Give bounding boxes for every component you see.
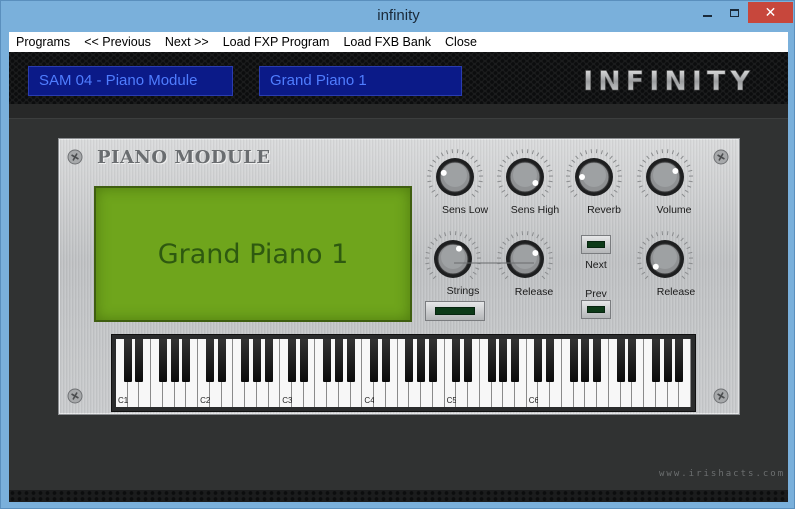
black-key[interactable] bbox=[135, 339, 144, 382]
strings-knob[interactable] bbox=[423, 229, 483, 289]
black-key[interactable] bbox=[264, 339, 273, 382]
watermark-text: www.irishacts.com bbox=[659, 469, 786, 479]
menu-programs[interactable]: Programs bbox=[9, 32, 77, 52]
black-key[interactable] bbox=[241, 339, 250, 382]
octave-label: C5 bbox=[446, 396, 457, 405]
octave-label: C1 bbox=[118, 396, 129, 405]
menu-load-fxp[interactable]: Load FXP Program bbox=[216, 32, 337, 52]
black-key[interactable] bbox=[323, 339, 332, 382]
keyboard-keys[interactable]: C1 C2 C3 C4 C5 C6 bbox=[116, 339, 691, 407]
maximize-button[interactable] bbox=[721, 2, 748, 23]
knob-label-sens-low: Sens Low bbox=[441, 204, 489, 216]
black-key[interactable] bbox=[534, 339, 543, 382]
black-key[interactable] bbox=[405, 339, 414, 382]
link-line bbox=[454, 262, 534, 264]
black-key[interactable] bbox=[628, 339, 637, 382]
minimize-button[interactable] bbox=[694, 2, 721, 23]
knob-label-strings: Strings bbox=[446, 285, 480, 297]
black-key[interactable] bbox=[205, 339, 214, 382]
black-key[interactable] bbox=[252, 339, 261, 382]
module-title: PIANO MODULE bbox=[97, 147, 271, 168]
strings-led bbox=[435, 307, 475, 315]
black-key[interactable] bbox=[663, 339, 672, 382]
black-key[interactable] bbox=[158, 339, 167, 382]
octave-label: C4 bbox=[364, 396, 375, 405]
reverb-knob[interactable] bbox=[564, 147, 624, 207]
menu-previous[interactable]: << Previous bbox=[77, 32, 158, 52]
screw-icon bbox=[67, 149, 83, 165]
screw-icon bbox=[713, 388, 729, 404]
sens-low-knob[interactable] bbox=[425, 147, 485, 207]
black-key[interactable] bbox=[510, 339, 519, 382]
sens-high-knob[interactable] bbox=[495, 147, 555, 207]
black-key[interactable] bbox=[182, 339, 191, 382]
knob-label-release-2: Release bbox=[656, 286, 696, 298]
octave-label: C2 bbox=[200, 396, 211, 405]
knob-label-sens-high: Sens High bbox=[510, 204, 560, 216]
knob-label-reverb: Reverb bbox=[587, 204, 621, 216]
prev-button[interactable] bbox=[581, 300, 611, 319]
black-key[interactable] bbox=[334, 339, 343, 382]
infinity-logo: INFINITY bbox=[583, 66, 755, 95]
black-key[interactable] bbox=[487, 339, 496, 382]
black-key[interactable] bbox=[370, 339, 379, 382]
prev-led bbox=[587, 306, 605, 313]
program-name-display[interactable]: SAM 04 - Piano Module bbox=[28, 66, 233, 96]
piano-module-panel: PIANO MODULE Grand Piano 1 Sens Low Sens… bbox=[58, 138, 740, 415]
black-key[interactable] bbox=[417, 339, 426, 382]
minimize-icon bbox=[703, 14, 712, 17]
black-key[interactable] bbox=[346, 339, 355, 382]
black-key[interactable] bbox=[170, 339, 179, 382]
volume-knob[interactable] bbox=[635, 147, 695, 207]
black-key[interactable] bbox=[464, 339, 473, 382]
black-key[interactable] bbox=[428, 339, 437, 382]
display-preset-name: Grand Piano 1 bbox=[157, 238, 349, 270]
black-key[interactable] bbox=[581, 339, 590, 382]
preset-lcd-display: Grand Piano 1 bbox=[94, 186, 412, 322]
menu-bar: Programs << Previous Next >> Load FXP Pr… bbox=[9, 32, 788, 52]
black-key[interactable] bbox=[593, 339, 602, 382]
menu-load-fxb[interactable]: Load FXB Bank bbox=[336, 32, 438, 52]
black-key[interactable] bbox=[499, 339, 508, 382]
speaker-mesh-bottom bbox=[9, 490, 788, 502]
black-key[interactable] bbox=[299, 339, 308, 382]
black-key[interactable] bbox=[217, 339, 226, 382]
octave-label: C6 bbox=[528, 396, 539, 405]
window-title: infinity bbox=[377, 7, 420, 24]
close-icon: ✕ bbox=[764, 4, 777, 21]
octave-label: C3 bbox=[282, 396, 293, 405]
black-key[interactable] bbox=[569, 339, 578, 382]
close-window-button[interactable]: ✕ bbox=[748, 2, 793, 23]
screw-icon bbox=[67, 388, 83, 404]
strings-toggle-button[interactable] bbox=[425, 301, 485, 321]
preset-name-display[interactable]: Grand Piano 1 bbox=[259, 66, 462, 96]
next-button[interactable] bbox=[581, 235, 611, 254]
title-bar[interactable]: infinity ✕ bbox=[1, 1, 795, 32]
black-key[interactable] bbox=[546, 339, 555, 382]
black-key[interactable] bbox=[651, 339, 660, 382]
release-knob[interactable] bbox=[495, 229, 555, 289]
screw-icon bbox=[713, 149, 729, 165]
menu-next[interactable]: Next >> bbox=[158, 32, 216, 52]
black-key[interactable] bbox=[123, 339, 132, 382]
prev-label: Prev bbox=[585, 288, 607, 300]
black-key[interactable] bbox=[452, 339, 461, 382]
logo-text: INFINITY bbox=[583, 66, 755, 95]
black-key[interactable] bbox=[616, 339, 625, 382]
piano-keyboard[interactable]: C1 C2 C3 C4 C5 C6 bbox=[111, 334, 696, 412]
app-window: infinity ✕ Programs << Previous Next >> … bbox=[0, 0, 795, 509]
next-label: Next bbox=[585, 259, 607, 271]
black-key[interactable] bbox=[288, 339, 297, 382]
knob-label-volume: Volume bbox=[656, 204, 692, 216]
next-led bbox=[587, 241, 605, 248]
black-key[interactable] bbox=[675, 339, 684, 382]
black-key[interactable] bbox=[381, 339, 390, 382]
maximize-icon bbox=[730, 8, 739, 17]
release-knob-2[interactable] bbox=[635, 229, 695, 289]
menu-close[interactable]: Close bbox=[438, 32, 484, 52]
plugin-area: SAM 04 - Piano Module Grand Piano 1 INFI… bbox=[9, 52, 788, 502]
